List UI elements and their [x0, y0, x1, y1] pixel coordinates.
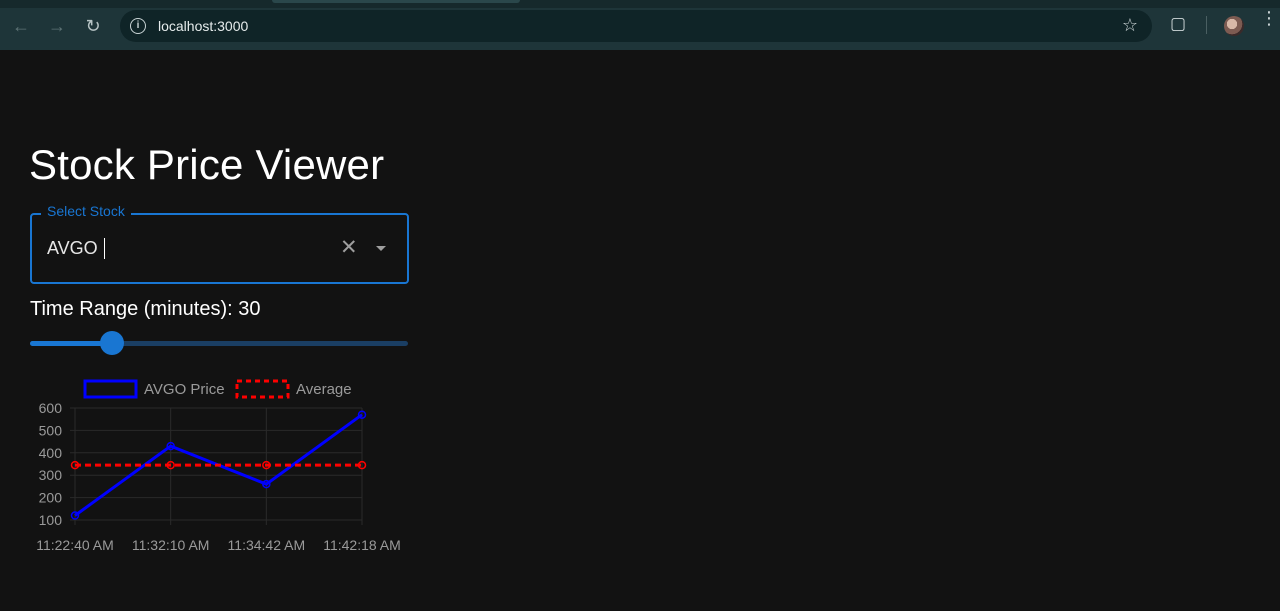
- extensions-puzzle-icon[interactable]: ▢: [1170, 14, 1186, 34]
- legend-swatch-0: [83, 379, 138, 399]
- chart-series: [70, 410, 367, 520]
- site-info-icon[interactable]: i: [130, 18, 146, 34]
- x-tick-label: 11:32:10 AM: [132, 537, 210, 553]
- y-tick-label: 500: [39, 422, 63, 438]
- page-title: Stock Price Viewer: [29, 141, 385, 188]
- tab-strip: [0, 0, 1280, 8]
- y-tick-label: 200: [39, 490, 63, 506]
- stock-select-input[interactable]: [47, 236, 317, 260]
- legend-label-1: Average: [296, 381, 352, 398]
- y-axis-ticks: 100 200 300 400 500 600: [39, 400, 63, 528]
- dropdown-arrow-icon[interactable]: [376, 246, 386, 251]
- address-url[interactable]: localhost:3000: [158, 18, 248, 34]
- x-axis-ticks: 11:22:40 AM 11:32:10 AM 11:34:42 AM 11:42:1…: [36, 537, 401, 553]
- y-tick-label: 600: [39, 400, 63, 416]
- toolbar-divider: [1206, 16, 1207, 34]
- address-bar[interactable]: i localhost:3000 ☆: [120, 10, 1152, 42]
- text-caret: [104, 238, 105, 259]
- x-tick-label: 11:42:18 AM: [323, 537, 401, 553]
- chart-legend: AVGO Price Average: [83, 379, 352, 399]
- reload-icon[interactable]: ↻: [81, 14, 105, 38]
- time-range-slider-thumb[interactable]: [100, 331, 124, 355]
- x-tick-label: 11:34:42 AM: [228, 537, 306, 553]
- y-tick-label: 400: [39, 445, 63, 461]
- time-range-label: Time Range (minutes): 30: [30, 298, 261, 320]
- back-arrow-icon[interactable]: ←: [9, 14, 33, 38]
- price-chart: 100 200 300 400 500 600 11:22:40 AM 11:32:10 A…: [36, 379, 401, 553]
- legend-label-0: AVGO Price: [144, 381, 225, 398]
- browser-toolbar: ← → ↻ i localhost:3000 ☆ ▢ ⋮: [0, 0, 1280, 50]
- clear-icon[interactable]: ✕: [340, 237, 358, 259]
- y-tick-label: 300: [39, 467, 63, 483]
- browser-menu-icon[interactable]: ⋮: [1260, 9, 1278, 27]
- y-tick-label: 100: [39, 512, 63, 528]
- stock-select-label: Select Stock: [41, 203, 131, 219]
- browser-tab[interactable]: [272, 0, 520, 3]
- x-tick-label: 11:22:40 AM: [36, 537, 114, 553]
- legend-swatch-1: [235, 379, 290, 399]
- bookmark-star-icon[interactable]: ☆: [1122, 15, 1138, 36]
- profile-avatar[interactable]: [1224, 16, 1244, 36]
- forward-arrow-icon[interactable]: →: [45, 14, 69, 38]
